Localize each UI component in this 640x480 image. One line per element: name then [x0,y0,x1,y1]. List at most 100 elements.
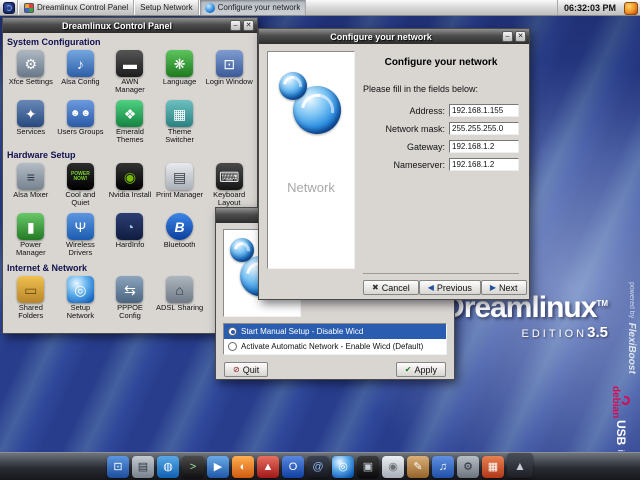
network-ball-icon: ◎ [338,460,348,473]
usb-text: USB [614,420,628,446]
apply-button[interactable]: ✔ Apply [395,362,446,377]
edition-text: EDITION [521,328,588,340]
pencil-icon: ✎ [413,460,423,473]
cp-item-login-window[interactable]: ⊡ Login Window [204,48,254,98]
dock-item-network[interactable]: ◎ [332,456,354,478]
gear-icon: ⚙ [463,460,473,473]
dock-item-display-settings[interactable]: ⊡ [107,456,129,478]
close-button[interactable]: ✕ [243,20,254,31]
pdf-reader-icon: ▲ [262,460,274,473]
cp-item-awn-manager[interactable]: ▬ AWN Manager [105,48,155,98]
language-icon: ❋ [166,50,194,77]
cp-item-keyboard-layout[interactable]: ⌨ Keyboard Layout [204,161,254,211]
task-control-panel[interactable]: Dreamlinux Control Panel [18,0,135,15]
cp-item-power-manager[interactable]: ▮ Power Manager [6,211,56,261]
cp-item-shared-folders[interactable]: ▭ Shared Folders [6,274,56,324]
configure-form: Configure your network Please fill in th… [363,51,519,176]
dock-item-firefox[interactable]: ◐ [232,456,254,478]
cp-item-bluetooth[interactable]: B Bluetooth [155,211,205,261]
cp-item-wireless-drivers[interactable]: Ψ Wireless Drivers [56,211,106,261]
dock-item-media-player[interactable]: ▶ [207,456,229,478]
cp-item-alsa-config[interactable]: ♪ Alsa Config [56,48,106,98]
next-icon: ▶ [489,282,497,292]
cp-item-print-manager[interactable]: ▤ Print Manager [155,161,205,211]
network-ball-small [230,238,254,262]
cp-item-xfce-settings[interactable]: ⚙ Xfce Settings [6,48,56,98]
dock-item-terminal[interactable]: > [182,456,204,478]
services-icon: ✦ [17,100,45,127]
dock-item-package-manager[interactable]: ▦ [482,456,504,478]
dialog-heading: Configure your network [384,57,498,68]
dock-item-file-manager[interactable]: ▤ [132,456,154,478]
cp-item-setup-network[interactable]: ◎ Setup Network [56,274,106,324]
dreamlinux-swirl-icon: @ [312,460,324,473]
disc-icon: ◉ [388,460,398,473]
bluetooth-icon: B [166,213,194,240]
network-mask-input[interactable] [449,122,519,135]
gateway-input[interactable] [449,140,519,153]
dock-item-image-editor[interactable]: ✎ [407,456,429,478]
dock-item-pdf-reader[interactable]: ▲ [257,456,279,478]
flexiboost-text: FlexiBoost [626,322,637,374]
music-note-icon: ♫ [438,460,448,473]
cp-item-language[interactable]: ❋ Language [155,48,205,98]
cp-item-hardinfo[interactable]: ◔ HardInfo [105,211,155,261]
cancel-button[interactable]: ✖ Cancel [363,280,419,295]
task-setup-network[interactable]: Setup Network [134,0,199,15]
network-ball-small [279,72,307,100]
taskbar-spacer [306,0,557,15]
address-input[interactable] [449,104,519,117]
package-icon: ▦ [487,460,499,473]
cp-item-adsl-sharing[interactable]: ⌂ ADSL Sharing [155,274,205,324]
cp-item-nvidia-install[interactable]: ◉ Nvidia Install [105,161,155,211]
print-manager-icon: ▤ [166,163,194,190]
nameserver-label: Nameserver: [393,159,445,170]
up-arrow-icon: ▲ [514,458,526,473]
task-configure-network[interactable]: Configure your network [198,0,307,15]
minimize-button[interactable]: – [230,20,241,31]
cp-item-cool-and-quiet[interactable]: POWER NOW! Cool and Quiet [56,161,106,211]
option-automatic-network[interactable]: Activate Automatic Network - Enable Wicd… [224,339,446,354]
menu-button[interactable] [0,0,18,15]
nameserver-input[interactable] [449,158,519,171]
opera-icon: O [288,460,298,473]
cp-item-users-groups[interactable]: ☻☻ Users Groups [56,98,106,148]
dock-item-show-desktop[interactable]: ▲ [507,453,533,478]
dock-item-dreamlinux[interactable]: @ [307,456,329,478]
cp-item-theme-switcher[interactable]: ▦ Theme Switcher [155,98,205,148]
cancel-icon: ✖ [372,282,379,292]
power-manager-icon: ▮ [17,213,45,240]
cp-item-alsa-mixer[interactable]: ≡ Alsa Mixer [6,161,56,211]
option-manual-setup[interactable]: Start Manual Setup - Disable Wicd [224,324,446,339]
taskbar: Dreamlinux Control Panel Setup Network C… [0,0,640,16]
dock-item-web-browser[interactable]: ◍ [157,456,179,478]
dock-item-opera[interactable]: O [282,456,304,478]
dock-items: ⊡ ▤ ◍ > ▶ ◐ ▲ O @ ◎ ▣ ◉ ✎ ♫ ⚙ ▦ ▲ [0,453,640,480]
radio-manual-setup[interactable] [228,327,237,336]
alsa-config-icon: ♪ [66,50,94,77]
address-label: Address: [409,105,445,116]
clock[interactable]: 06:32:03 PM [556,0,622,15]
network-swirl-icon [279,72,343,136]
task-label: Configure your network [217,3,301,12]
previous-button[interactable]: ◀ Previous [418,280,481,295]
cp-item-emerald-themes[interactable]: ❖ Emerald Themes [105,98,155,148]
close-button[interactable]: ✕ [515,31,526,42]
control-panel-titlebar[interactable]: Dreamlinux Control Panel – ✕ [3,18,257,33]
dock-item-cd-burner[interactable]: ◉ [382,456,404,478]
users-groups-icon: ☻☻ [66,100,94,127]
nameserver-row: Nameserver: [363,158,519,171]
radio-automatic-network[interactable] [228,342,237,351]
dock-item-camera[interactable]: ▣ [357,456,379,478]
configure-network-window: Configure your network – ✕ Network Confi… [258,28,530,300]
dock-item-system-tools[interactable]: ⚙ [457,456,479,478]
cp-item-pppoe-config[interactable]: ⇆ PPPOE Config [105,274,155,324]
quit-button[interactable]: ⊘ Quit [224,362,269,377]
session-icon[interactable] [624,1,638,15]
minimize-button[interactable]: – [502,31,513,42]
configure-network-titlebar[interactable]: Configure your network – ✕ [259,29,529,44]
network-step-pane: Network [267,51,355,269]
next-button[interactable]: ▶ Next [480,280,527,295]
dock-item-music-player[interactable]: ♫ [432,456,454,478]
cp-item-services[interactable]: ✦ Services [6,98,56,148]
